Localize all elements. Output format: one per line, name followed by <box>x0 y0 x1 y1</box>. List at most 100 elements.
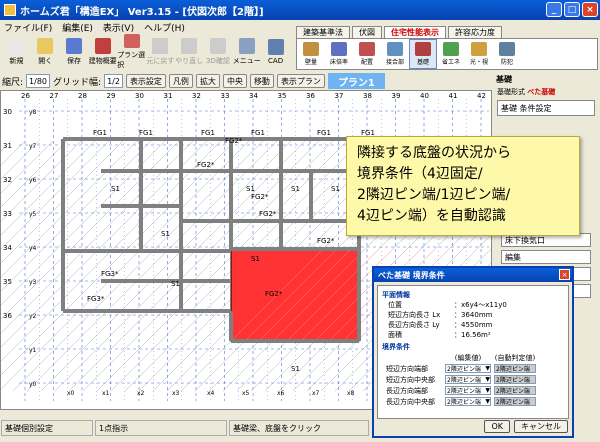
subtool-icon <box>387 42 403 56</box>
boundary-edit-select[interactable]: 2隣辺ピン端 ▼ <box>445 397 491 406</box>
beam-label: S1 <box>291 185 300 193</box>
subtool-1[interactable]: 床倍率 <box>325 39 353 69</box>
boundary-edit-value: 2隣辺ピン端 <box>447 377 481 384</box>
boundary-edit-select[interactable]: 2隣辺ピン端 ▼ <box>445 364 491 373</box>
beam-label: S1 <box>111 185 120 193</box>
subtool-icon <box>303 42 319 56</box>
beam-label: S1 <box>291 365 300 373</box>
minimize-button[interactable]: _ <box>546 2 562 17</box>
legend-button[interactable]: 凡例 <box>168 74 193 88</box>
menu-help[interactable]: ヘルプ(H) <box>144 21 185 34</box>
grid-label-top: 42 <box>477 92 486 100</box>
plane-info-key: 面積 <box>388 331 402 339</box>
toolbar-label: 開く <box>38 57 53 65</box>
boundary-row: 長辺方向中央部 2隣辺ピン端 ▼ 2隣辺ピン端 <box>386 396 564 407</box>
boundary-row: 短辺方向端部 2隣辺ピン端 ▼ 2隣辺ピン端 <box>386 363 564 374</box>
subtool-7[interactable]: 防犯 <box>493 39 521 69</box>
display-settings-button[interactable]: 表示設定 <box>125 74 166 88</box>
menu-view[interactable]: 表示(V) <box>103 21 134 34</box>
grid-label-top: 36 <box>306 92 315 100</box>
toolbar-button-1[interactable]: 開く <box>31 34 60 70</box>
beam-label: FG1 <box>201 129 215 137</box>
title-bar: ホームズ君「構造EX」 Ver3.15 - [伏図次郎【2階】] _ □ × <box>0 0 600 20</box>
subtool-icon <box>359 42 375 56</box>
grid-sublabel-left: y7 <box>29 143 37 150</box>
close-button[interactable]: × <box>582 2 598 17</box>
plan-display-button[interactable]: 表示プラン <box>276 74 325 88</box>
subtool-4[interactable]: 基礎 <box>409 39 437 69</box>
hatch-line <box>1 140 82 222</box>
grid-label-left: 34 <box>3 244 12 252</box>
toolbar-button-4[interactable]: プラン選択 <box>117 34 146 70</box>
scale-select[interactable]: 1/80 <box>26 74 51 88</box>
tab-0[interactable]: 建築基準法 <box>296 26 350 38</box>
subtool-label: 省エネ <box>441 59 460 66</box>
grid-sublabel-bottom: x1 <box>102 390 110 397</box>
maximize-button[interactable]: □ <box>564 2 580 17</box>
plan-tab[interactable]: プラン1 <box>327 73 385 89</box>
chevron-down-icon: ▼ <box>485 365 490 372</box>
subtool-5[interactable]: 省エネ <box>437 39 465 69</box>
chevron-down-icon: ▼ <box>485 398 490 405</box>
center-button[interactable]: 中央 <box>222 74 247 88</box>
toolbar-button-3[interactable]: 建物概要 <box>88 34 117 70</box>
zoom-in-button[interactable]: 拡大 <box>195 74 220 88</box>
toolbar-icon <box>267 39 284 55</box>
plane-info-value: ：4550mm <box>454 321 493 329</box>
grid-label-left: 36 <box>3 312 12 320</box>
plane-info-heading: 平面情報 <box>382 291 410 299</box>
tab-1[interactable]: 伏図 <box>352 26 382 38</box>
toolbar-button-7[interactable]: 3D確認 <box>204 34 233 70</box>
subtool-label: 接合部 <box>385 59 404 66</box>
plane-info-row: 面積 ：16.56m² <box>388 330 564 340</box>
boundary-auto-value: 2隣辺ピン端 <box>494 386 536 395</box>
status-hint: 基礎梁、底盤をクリック <box>229 420 369 436</box>
toolbar-icon <box>94 38 111 54</box>
status-mode: 基礎個別設定 <box>1 420 93 436</box>
grid-sublabel-bottom: x0 <box>67 390 75 397</box>
toolbar-button-6[interactable]: やり直し <box>175 34 204 70</box>
subtool-3[interactable]: 接合部 <box>381 39 409 69</box>
menu-file[interactable]: ファイル(F) <box>4 21 52 34</box>
grid-label-top: 30 <box>135 92 144 100</box>
subtool-6[interactable]: 光・視 <box>465 39 493 69</box>
panel-button-1[interactable]: 編集 <box>501 250 591 264</box>
toolbar-button-9[interactable]: CAD <box>261 34 290 70</box>
toolbar-icon <box>181 38 198 54</box>
subtool-icon <box>471 42 487 56</box>
scale-label: 縮尺: <box>2 77 24 88</box>
tab-3[interactable]: 許容応力度 <box>448 26 502 38</box>
callout-line-3: 2隣辺ピン端/1辺ピン端/ <box>357 187 511 203</box>
boundary-edit-select[interactable]: 2隣辺ピン端 ▼ <box>445 375 491 384</box>
subtool-2[interactable]: 配置 <box>353 39 381 69</box>
toolbar-label: メニュー <box>232 57 261 65</box>
boundary-condition-dialog: べた基礎 境界条件 × 平面情報 位置 ：x6y4～x11y0 短辺方向長さ Lx ：… <box>372 266 574 438</box>
boundary-key: 短辺方向端部 <box>386 364 428 373</box>
toolbar-button-2[interactable]: 保存 <box>60 34 89 70</box>
toolbar-button-5[interactable]: 元に戻す <box>146 34 175 70</box>
boundary-edit-select[interactable]: 2隣辺ピン端 ▼ <box>445 386 491 395</box>
boundary-auto-value: 2隣辺ピン端 <box>494 397 536 406</box>
boundary-key: 長辺方向端部 <box>386 386 428 395</box>
status-instruction: 1点指示 <box>95 420 227 436</box>
hatch-line <box>1 140 180 320</box>
grid-sublabel-bottom: x3 <box>172 390 180 397</box>
foundation-condition-button[interactable]: 基礎 条件設定 <box>497 100 595 116</box>
grid-label-top: 29 <box>107 92 116 100</box>
hatch-line <box>1 140 250 390</box>
grid-width-select[interactable]: 1/2 <box>104 74 123 88</box>
toolbar-label: CAD <box>268 57 284 65</box>
toolbar-button-8[interactable]: メニュー <box>232 34 261 70</box>
plane-info-value: ：x6y4～x11y0 <box>454 301 507 309</box>
toolbar-button-0[interactable]: 新規 <box>2 34 31 70</box>
foundation-type-label: 基礎形式 <box>497 88 525 96</box>
boundary-key: 短辺方向中央部 <box>386 375 435 384</box>
menu-edit[interactable]: 編集(E) <box>62 21 93 34</box>
move-button[interactable]: 移動 <box>249 74 274 88</box>
col-auto-label: (自動判定値) <box>494 353 536 362</box>
grid-label-top: 37 <box>335 92 344 100</box>
dialog-close-button[interactable]: × <box>559 269 570 280</box>
tab-2[interactable]: 住宅性能表示 <box>384 26 446 38</box>
subtool-0[interactable]: 壁量 <box>297 39 325 69</box>
boundary-edit-value: 2隣辺ピン端 <box>447 399 481 406</box>
